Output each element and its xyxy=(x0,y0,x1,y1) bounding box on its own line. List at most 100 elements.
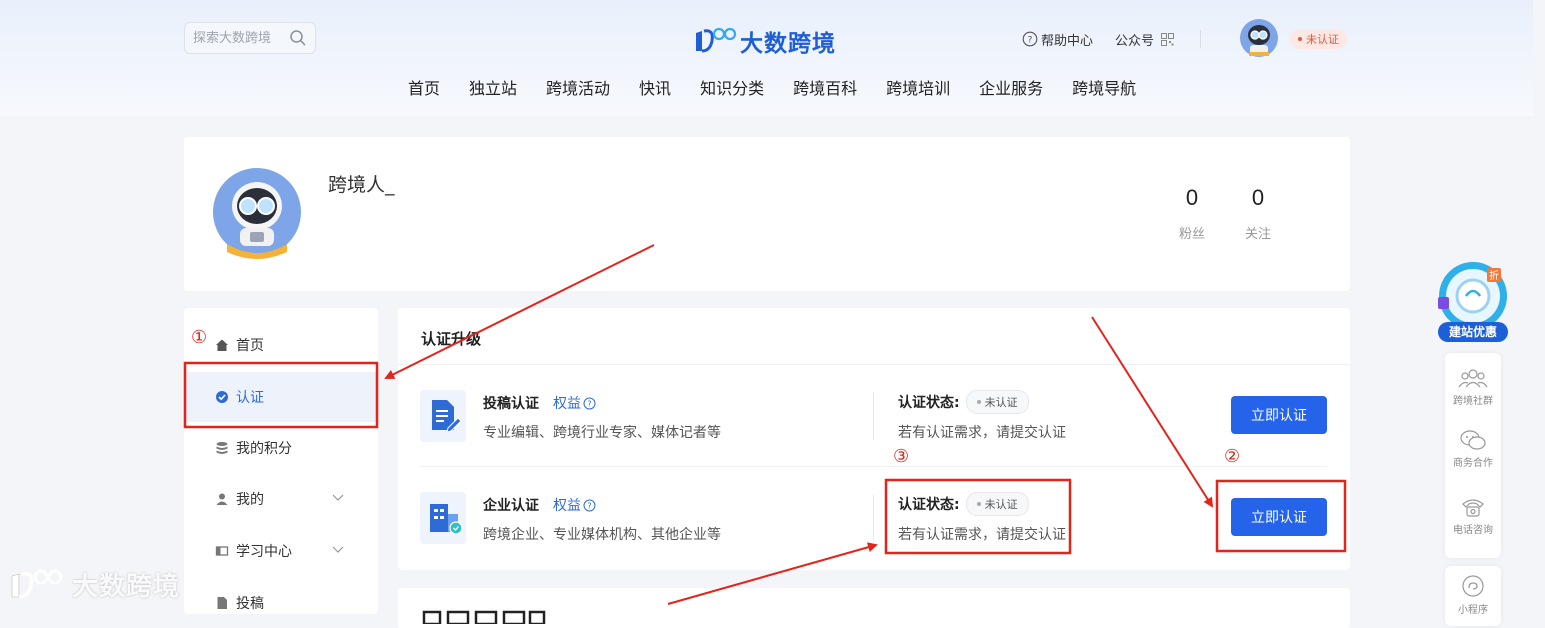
section-heading-glyph xyxy=(422,610,546,624)
follow-label: 关注 xyxy=(1244,227,1271,242)
nav-item-independent-site[interactable]: 独立站 xyxy=(469,75,517,99)
chevron-down-icon[interactable] xyxy=(332,492,344,502)
group-icon xyxy=(1458,369,1488,388)
user-sidebar: 首页 认证 我的积分 我的 学习中心 投稿 xyxy=(184,308,378,614)
annotation-step-1: ① xyxy=(191,327,208,348)
logo-mark-icon xyxy=(696,27,737,53)
nav-item-knowledge[interactable]: 知识分类 xyxy=(700,75,764,99)
nav-item-navigation[interactable]: 跨境导航 xyxy=(1072,75,1136,99)
user-icon xyxy=(216,493,228,505)
home-icon xyxy=(216,339,228,351)
watermark-text: 大数跨境 xyxy=(72,571,181,601)
search-input[interactable] xyxy=(193,28,285,48)
svg-text:?: ? xyxy=(587,399,591,408)
enterprise-certify-button[interactable]: 立即认证 xyxy=(1231,498,1327,536)
site-header: 大数跨境 ? 帮助中心 公众号 未认证 首页 独立站 跨境活动 快讯 xyxy=(0,0,1533,116)
nav-item-enterprise-services[interactable]: 企业服务 xyxy=(979,75,1043,99)
sidebar-item-label: 认证 xyxy=(236,390,264,406)
follow-count: 0 xyxy=(1251,185,1265,210)
sidebar-item-home[interactable]: 首页 xyxy=(184,320,378,370)
database-icon xyxy=(216,442,228,454)
qr-code-icon[interactable] xyxy=(1161,32,1175,46)
floating-mini-program: 小程序 xyxy=(1445,566,1501,626)
certification-title: 认证升级 xyxy=(421,330,482,348)
sidebar-item-label: 学习中心 xyxy=(236,544,292,560)
status-hint: 若有认证需求，请提交认证 xyxy=(898,425,1066,441)
chevron-down-icon[interactable] xyxy=(332,544,344,554)
status-label: 认证状态: 未认证 xyxy=(898,492,1029,516)
sidebar-item-mine[interactable]: 我的 xyxy=(184,474,378,524)
book-icon xyxy=(215,546,229,556)
profile-avatar[interactable] xyxy=(213,166,301,260)
sidebar-item-points[interactable]: 我的积分 xyxy=(184,423,378,473)
status-badge: 未认证 xyxy=(965,390,1029,414)
nav-item-training[interactable]: 跨境培训 xyxy=(886,75,950,99)
enterprise-cert-desc: 跨境企业、专业媒体机构、其他企业等 xyxy=(483,527,721,543)
profile-username: 跨境人_ xyxy=(328,174,395,196)
top-links: ? 帮助中心 公众号 xyxy=(1022,28,1225,50)
contributor-cert-desc: 专业编辑、跨境行业专家、媒体记者等 xyxy=(483,425,721,441)
fans-stat[interactable]: 0 粉丝 xyxy=(1172,185,1212,242)
status-badge: 未认证 xyxy=(965,492,1029,516)
wechat-icon xyxy=(1460,430,1486,450)
question-icon[interactable]: ? xyxy=(583,499,596,512)
contributor-doc-icon xyxy=(420,390,466,442)
status-hint: 若有认证需求，请提交认证 xyxy=(898,527,1066,543)
sidebar-item-label: 首页 xyxy=(236,338,264,354)
fans-label: 粉丝 xyxy=(1178,227,1205,242)
auth-status-badge: 未认证 xyxy=(1290,29,1347,49)
mini-program-icon xyxy=(1462,575,1484,597)
certification-card: 认证升级 投稿认证 权益 ? 专业编辑、跨境行业专家、媒体记者等 认证状态: 未… xyxy=(398,308,1350,570)
status-label: 认证状态: 未认证 xyxy=(898,390,1029,414)
sidebar-item-label: 我的积分 xyxy=(236,441,292,457)
enterprise-cert-title: 企业认证 权益 ? xyxy=(483,495,596,515)
phone-icon xyxy=(1462,499,1484,517)
contributor-cert-title: 投稿认证 权益 ? xyxy=(483,393,596,413)
search-icon[interactable] xyxy=(289,29,307,47)
phone-consult-button[interactable]: 电话咨询 xyxy=(1445,496,1501,536)
search-box[interactable] xyxy=(184,22,316,54)
nav-item-flash-news[interactable]: 快讯 xyxy=(639,75,671,99)
contributor-certify-button[interactable]: 立即认证 xyxy=(1231,396,1327,434)
promo-label: 建站优惠 xyxy=(1448,324,1497,339)
verified-badge-icon xyxy=(216,391,228,403)
sidebar-item-label: 投稿 xyxy=(236,596,264,612)
document-icon xyxy=(217,597,227,609)
svg-text:?: ? xyxy=(587,501,591,510)
nav-item-events[interactable]: 跨境活动 xyxy=(546,75,610,99)
floating-contact-bar: 跨境社群 商务合作 电话咨询 xyxy=(1445,353,1501,558)
help-center-link[interactable]: 帮助中心 xyxy=(1041,30,1093,49)
site-building-promo[interactable]: 折 建站优惠 xyxy=(1435,260,1511,346)
rights-link[interactable]: 权益 ? xyxy=(553,393,596,413)
profile-card: 跨境人_ 0 粉丝 0 关注 xyxy=(184,137,1350,291)
watermark-logo-icon xyxy=(11,569,63,599)
site-logo[interactable]: 大数跨境 xyxy=(692,24,836,58)
sidebar-item-certification[interactable]: 认证 xyxy=(184,372,378,422)
question-icon[interactable]: ? xyxy=(583,397,596,410)
sidebar-item-submit[interactable]: 投稿 xyxy=(184,578,378,628)
follow-stat[interactable]: 0 关注 xyxy=(1238,185,1278,242)
annotation-step-2: ② xyxy=(1224,446,1241,467)
user-avatar[interactable] xyxy=(1239,18,1279,58)
contributor-cert-row: 投稿认证 权益 ? 专业编辑、跨境行业专家、媒体记者等 认证状态: 未认证 若有… xyxy=(398,366,1350,466)
fans-count: 0 xyxy=(1185,185,1199,210)
lower-card xyxy=(398,588,1350,628)
enterprise-building-icon xyxy=(420,492,466,544)
logo-text: 大数跨境 xyxy=(740,30,836,56)
community-button[interactable]: 跨境社群 xyxy=(1445,367,1501,407)
main-nav: 首页 独立站 跨境活动 快讯 知识分类 跨境百科 跨境培训 企业服务 跨境导航 xyxy=(408,75,1165,99)
svg-text:?: ? xyxy=(1028,36,1033,46)
sidebar-item-label: 我的 xyxy=(236,492,264,508)
enterprise-cert-row: 企业认证 权益 ? 跨境企业、专业媒体机构、其他企业等 认证状态: 未认证 若有… xyxy=(398,468,1350,568)
promo-tag: 折 xyxy=(1489,269,1499,282)
rights-link[interactable]: 权益 ? xyxy=(553,495,596,515)
nav-item-encyclopedia[interactable]: 跨境百科 xyxy=(793,75,857,99)
business-cooperation-button[interactable]: 商务合作 xyxy=(1445,429,1501,469)
sidebar-item-learning-center[interactable]: 学习中心 xyxy=(184,526,378,576)
wechat-link[interactable]: 公众号 xyxy=(1115,30,1154,49)
watermark: 大数跨境 xyxy=(8,566,180,603)
mini-program-button[interactable]: 小程序 xyxy=(1445,574,1501,616)
nav-item-home[interactable]: 首页 xyxy=(408,75,440,99)
annotation-step-3: ③ xyxy=(893,446,910,467)
help-icon[interactable]: ? xyxy=(1022,31,1038,47)
